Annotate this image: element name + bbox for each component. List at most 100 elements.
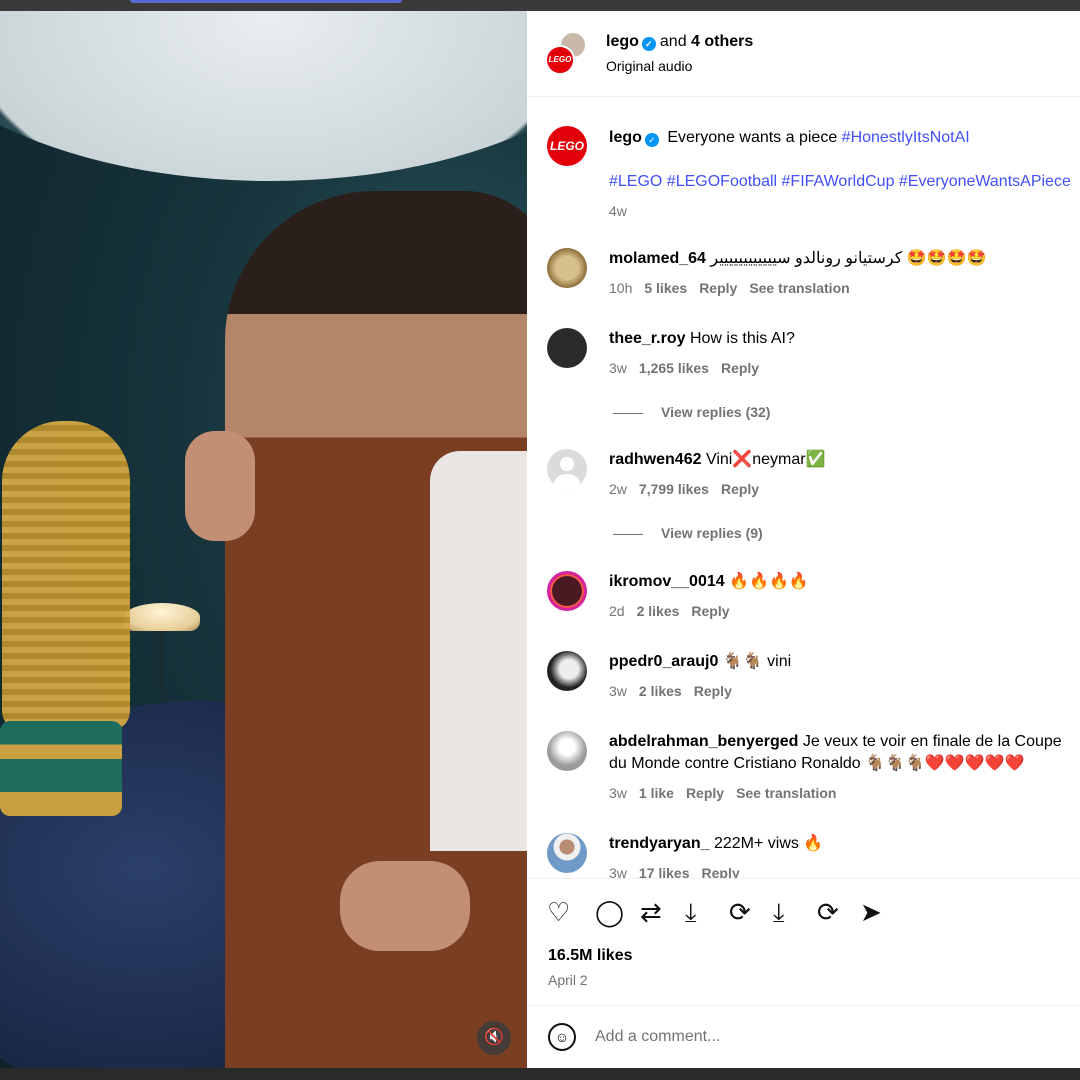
avatar-story-ring[interactable] — [547, 571, 587, 611]
timestamp: 3w — [609, 865, 627, 878]
lego-trophy — [2, 421, 130, 731]
timestamp: 3w — [609, 360, 627, 376]
avatar[interactable] — [547, 833, 587, 873]
likes-count[interactable]: 2 likes — [637, 603, 680, 619]
comment-body: 🔥🔥🔥🔥 — [729, 573, 809, 590]
avatar[interactable] — [547, 328, 587, 368]
default-avatar-body — [554, 474, 580, 489]
comment-user[interactable]: trendyaryan_ — [609, 835, 710, 852]
hand-holding-minifig — [185, 431, 255, 541]
post-panel: LEGO lego ✓ and 4 others Original audio LE… — [527, 11, 1080, 1068]
table-lamp — [124, 603, 200, 631]
hashtag-link[interactable]: #HonestlyItsNotAI — [842, 129, 970, 146]
emoji-icon[interactable]: ☺ — [548, 1023, 576, 1051]
post-title: lego ✓ and 4 others — [606, 33, 753, 51]
comment-meta: 3w 2 likes Reply — [609, 683, 744, 699]
comment-user[interactable]: abdelrahman_benyerged — [609, 733, 798, 750]
download-icon[interactable]: ⤓ — [773, 897, 785, 927]
see-translation-button[interactable]: See translation — [736, 785, 836, 801]
verified-icon: ✓ — [644, 133, 659, 147]
avatar[interactable] — [547, 731, 587, 771]
avatar[interactable] — [547, 248, 587, 288]
caption-user[interactable]: lego — [609, 129, 642, 146]
avatar[interactable] — [547, 651, 587, 691]
page-bottom-strip — [0, 1068, 1080, 1080]
comment-text: radhwen462 Vini❌neymar✅ — [609, 449, 1074, 471]
browser-top-strip — [0, 0, 1080, 11]
action-bar: ♡ ◯ ⇄ ⤓ ⟳ ⤓ ⟳ ➤ 16.5M likes April 2 — [527, 878, 1080, 1005]
post-date[interactable]: April 2 — [548, 972, 588, 988]
reply-button[interactable]: Reply — [702, 865, 740, 878]
timestamp: 3w — [609, 683, 627, 699]
timestamp: 2w — [609, 481, 627, 497]
mute-icon[interactable]: 🔇 — [477, 1021, 511, 1055]
others-link[interactable]: 4 others — [691, 33, 753, 50]
reply-button[interactable]: Reply — [721, 360, 759, 376]
post-header: LEGO lego ✓ and 4 others Original audio — [527, 11, 1080, 97]
repost-icon[interactable]: ⇄ — [640, 897, 662, 927]
lego-logo: LEGO — [545, 45, 575, 75]
heart-icon[interactable]: ♡ — [547, 897, 570, 927]
lego-logo: LEGO — [549, 139, 584, 153]
reply-button[interactable]: Reply — [686, 785, 724, 801]
audio-link[interactable]: Original audio — [606, 58, 692, 74]
comment-user[interactable]: ppedr0_arauj0 — [609, 653, 718, 670]
reel-video[interactable]: 🔇 — [0, 11, 527, 1068]
comment-text: thee_r.roy How is this AI? — [609, 328, 1074, 350]
timestamp[interactable]: 4w — [609, 203, 627, 219]
comment-text: trendyaryan_ 222M+ viws 🔥 — [609, 833, 1074, 855]
comments-list[interactable]: LEGO lego ✓ Everyone wants a piece #Hones… — [527, 98, 1080, 878]
comment-meta: 3w 1 like Reply See translation — [609, 785, 848, 801]
comment-user[interactable]: ikromov__0014 — [609, 573, 725, 590]
comment-meta: 2d 2 likes Reply — [609, 603, 742, 619]
comment-text: ikromov__0014 🔥🔥🔥🔥 — [609, 571, 1074, 593]
see-translation-button[interactable]: See translation — [749, 280, 849, 296]
person-shirt — [430, 451, 527, 851]
comment-meta: 10h 5 likes Reply See translation — [609, 280, 862, 296]
verified-icon: ✓ — [641, 37, 656, 51]
add-comment-bar: ☺ — [527, 1005, 1080, 1068]
comment-body: 222M+ viws 🔥 — [713, 835, 824, 852]
avatar[interactable] — [547, 449, 587, 489]
comment-text: molamed_64 كرستيانو رونالدو سييييييييييي… — [609, 248, 1074, 270]
view-replies-button[interactable]: View replies (32) — [613, 404, 770, 420]
comment-icon[interactable]: ◯ — [595, 897, 624, 927]
view-replies-button[interactable]: View replies (9) — [613, 525, 763, 541]
download-icon[interactable]: ⤓ — [685, 897, 697, 927]
reply-button[interactable]: Reply — [699, 280, 737, 296]
hashtags-line[interactable]: #LEGO #LEGOFootball #FIFAWorldCup #Every… — [609, 171, 1074, 193]
reply-button[interactable]: Reply — [691, 603, 729, 619]
collab-avatars[interactable]: LEGO — [545, 31, 589, 75]
likes-count[interactable]: 1,265 likes — [639, 360, 709, 376]
ceiling-light — [0, 11, 527, 181]
comment-user[interactable]: molamed_64 — [609, 250, 706, 267]
reply-button[interactable]: Reply — [721, 481, 759, 497]
comment-body: 🐐🐐 vini — [722, 653, 792, 670]
likes-count[interactable]: 2 likes — [639, 683, 682, 699]
default-avatar-icon — [560, 457, 574, 471]
author-link[interactable]: lego — [606, 33, 639, 50]
comment-input[interactable] — [595, 1023, 1055, 1051]
caption-body: Everyone wants a piece — [667, 129, 838, 146]
avatar[interactable]: LEGO — [547, 126, 587, 166]
and-label: and — [659, 33, 687, 50]
reply-button[interactable]: Reply — [694, 683, 732, 699]
share-icon[interactable]: ➤ — [860, 897, 882, 927]
comment-user[interactable]: thee_r.roy — [609, 330, 685, 347]
caption-text: lego ✓ Everyone wants a piece #HonestlyIt… — [609, 127, 1074, 149]
timestamp: 10h — [609, 280, 633, 296]
likes-count[interactable]: 1 like — [639, 785, 674, 801]
sync-icon[interactable]: ⟳ — [817, 897, 839, 927]
likes-count[interactable]: 5 likes — [644, 280, 687, 296]
comment-user[interactable]: radhwen462 — [609, 451, 701, 468]
hand — [340, 861, 470, 951]
likes-count[interactable]: 16.5M likes — [548, 947, 633, 965]
lego-trophy-base — [0, 721, 122, 816]
comment-text: ppedr0_arauj0 🐐🐐 vini — [609, 651, 1074, 673]
comment-body: Vini❌neymar✅ — [705, 451, 826, 468]
browser-tab-indicator — [130, 0, 402, 3]
likes-count[interactable]: 17 likes — [639, 865, 690, 878]
likes-count[interactable]: 7,799 likes — [639, 481, 709, 497]
comment-meta: 3w 17 likes Reply — [609, 865, 752, 878]
sync-icon[interactable]: ⟳ — [729, 897, 751, 927]
